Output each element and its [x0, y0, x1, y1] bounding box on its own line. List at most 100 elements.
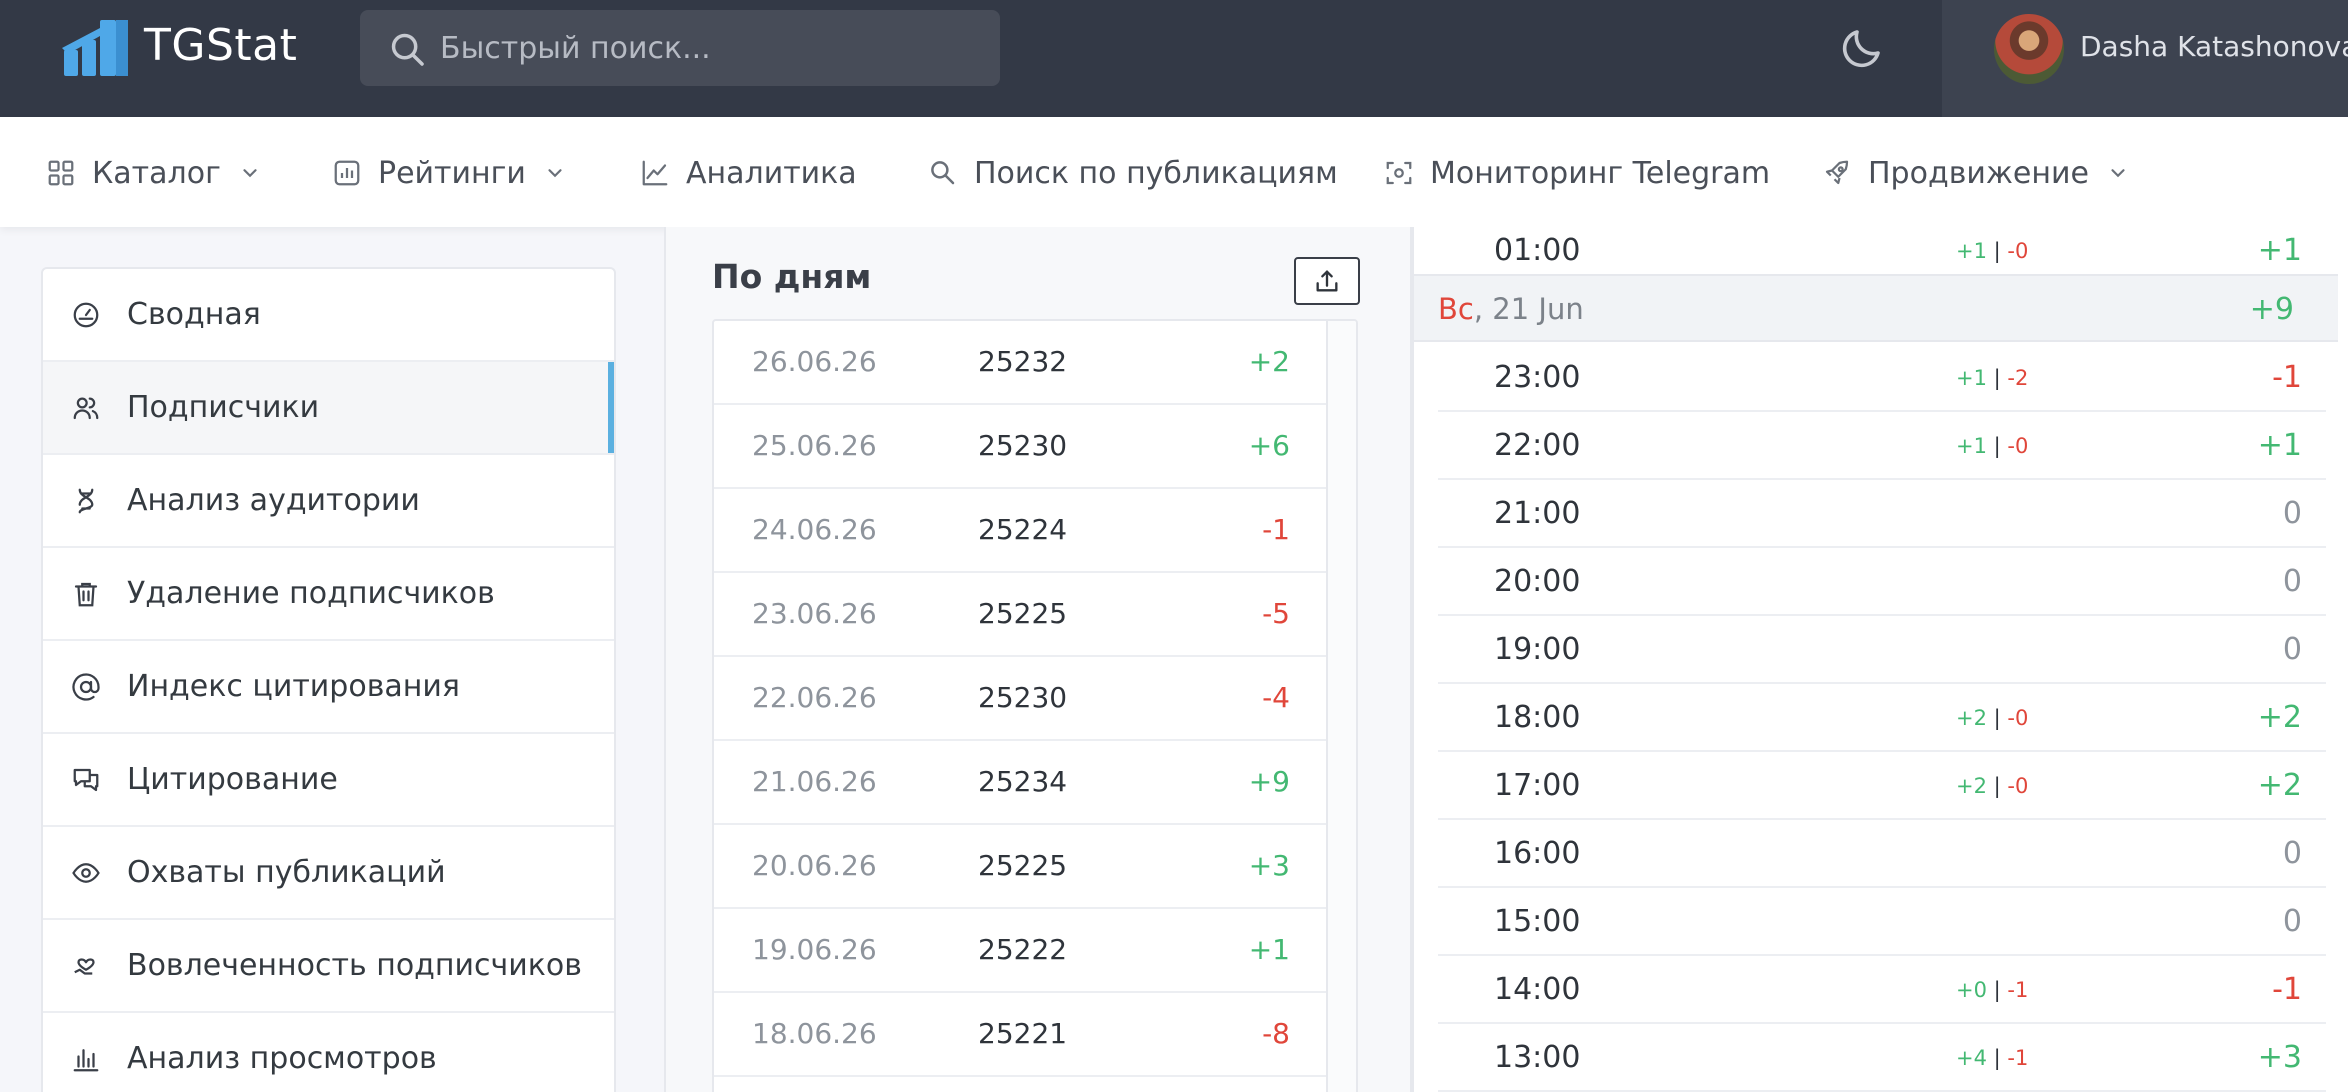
row-subscribers: 25230: [978, 429, 1068, 462]
row-delta: -5: [1262, 597, 1290, 630]
sidebar-item-engagement[interactable]: Вовлеченность подписчиков: [43, 920, 614, 1013]
chevron-down-icon: [243, 169, 257, 178]
user-menu[interactable]: Dasha Katashonova: [1942, 0, 2348, 117]
hour-delta: +1: [2257, 233, 2302, 268]
hour-joins: +2: [1956, 774, 1987, 798]
hour-joins: +1: [1956, 434, 1987, 458]
hour-joins: +1: [1956, 366, 1987, 390]
row-delta: +3: [1248, 849, 1290, 882]
channel-sidebar: Сводная Подписчики Анализ аудитории Удал…: [41, 267, 616, 1092]
row-subscribers: 25225: [978, 597, 1068, 630]
nav-analytics[interactable]: Аналитика: [640, 153, 857, 193]
sidebar-item-views-analysis[interactable]: Анализ просмотров: [43, 1013, 614, 1092]
table-row: 19.06.26 25222 +1: [714, 909, 1328, 993]
sidebar-item-reach[interactable]: Охваты публикаций: [43, 827, 614, 920]
sidebar-item-subscribers[interactable]: Подписчики: [43, 362, 614, 455]
hour-row: 15:00 0: [1438, 888, 2326, 956]
nav-ratings[interactable]: Рейтинги: [332, 153, 566, 193]
table-row: 22.06.26 25230 -4: [714, 657, 1328, 741]
sidebar-item-citations[interactable]: Цитирование: [43, 734, 614, 827]
hour-leaves: -1: [2007, 978, 2029, 1002]
at-icon: [72, 672, 100, 701]
nav-analytics-label: Аналитика: [686, 155, 857, 191]
tgstat-logo-icon[interactable]: [60, 14, 132, 78]
nav-catalog[interactable]: Каталог: [46, 153, 261, 193]
rocket-icon: [1825, 160, 1849, 185]
row-delta: +6: [1248, 429, 1290, 462]
hour-delta: +2: [2257, 700, 2302, 735]
grid-icon: [48, 160, 74, 186]
sidebar-item-citation-index[interactable]: Индекс цитирования: [43, 641, 614, 734]
day-group-label: Вс, 21 Jun: [1438, 292, 1584, 326]
trash-icon: [74, 582, 98, 606]
hour-delta: 0: [2282, 836, 2302, 871]
search-input[interactable]: [440, 10, 980, 86]
by-hours-panel: 01:00 +1 | -0 +1 Вс, 21 Jun +9 23:00 +1 …: [1412, 227, 2348, 1092]
hour-time: 19:00: [1494, 632, 1581, 667]
scan-icon: [1386, 161, 1412, 185]
hour-delta: +1: [2257, 428, 2302, 463]
row-date: 19.06.26: [752, 933, 877, 966]
eye-icon: [72, 862, 100, 883]
hour-leaves: -2: [2007, 366, 2029, 390]
moon-icon[interactable]: [1838, 24, 1886, 72]
row-date: 18.06.26: [752, 1017, 877, 1050]
hour-delta: -1: [2272, 972, 2302, 1007]
nav-ratings-label: Рейтинги: [378, 155, 526, 191]
sidebar-item-label: Анализ просмотров: [127, 1041, 437, 1076]
hour-joins: +4: [1956, 1046, 1987, 1070]
export-button[interactable]: [1294, 257, 1360, 305]
hour-time: 15:00: [1494, 904, 1581, 939]
brand-name[interactable]: TGStat: [144, 20, 297, 72]
sidebar-item-summary[interactable]: Сводная: [43, 269, 614, 362]
hour-delta: 0: [2282, 632, 2302, 667]
table-row: 20.06.26 25225 +3: [714, 825, 1328, 909]
sidebar-item-audience[interactable]: Анализ аудитории: [43, 455, 614, 548]
main-nav: Каталог Рейтинги Аналитика Поиск по публ…: [0, 117, 2348, 227]
avatar[interactable]: [1994, 14, 2064, 84]
day-group-header[interactable]: Вс, 21 Jun +9: [1414, 274, 2338, 342]
hour-row: 21:00 0: [1438, 480, 2326, 548]
hour-time: 20:00: [1494, 564, 1581, 599]
hour-joins-leaves: +1 | -2: [1956, 366, 2029, 390]
sidebar-item-label: Подписчики: [127, 390, 320, 425]
chevron-down-icon: [2111, 169, 2125, 178]
search-icon: [391, 33, 424, 66]
hour-row: 22:00 +1 | -0 +1: [1438, 412, 2326, 480]
table-row: 23.06.26 25225 -5: [714, 573, 1328, 657]
nav-publication-search[interactable]: Поиск по публикациям: [928, 153, 1338, 193]
quick-search[interactable]: [360, 10, 1000, 86]
nav-promotion[interactable]: Продвижение: [1822, 153, 2129, 193]
views-chart-icon: [73, 1048, 99, 1071]
hour-time: 13:00: [1494, 1040, 1581, 1075]
dna-icon: [78, 488, 94, 513]
hour-joins: +1: [1956, 239, 1987, 263]
table-scrollbar[interactable]: [1326, 321, 1356, 1092]
hour-time: 22:00: [1494, 428, 1581, 463]
hour-leaves: -0: [2007, 706, 2029, 730]
hour-row: 19:00 0: [1438, 616, 2326, 684]
hour-joins-leaves: +2 | -0: [1956, 706, 2029, 730]
hour-row: 18:00 +2 | -0 +2: [1438, 684, 2326, 752]
hour-delta: +3: [2257, 1040, 2302, 1075]
user-name[interactable]: Dasha Katashonova: [2080, 30, 2348, 63]
top-bar: TGStat Dasha Katashonova: [0, 0, 2348, 117]
row-date: 23.06.26: [752, 597, 877, 630]
heart-hand-icon: [74, 957, 95, 975]
row-subscribers: 25221: [978, 1017, 1068, 1050]
nav-catalog-label: Каталог: [92, 155, 221, 191]
sidebar-item-label: Анализ аудитории: [127, 483, 420, 518]
hour-delta: +2: [2257, 768, 2302, 803]
chevron-down-icon: [548, 169, 562, 178]
row-delta: -8: [1262, 1017, 1290, 1050]
upload-icon: [1316, 270, 1338, 292]
search-icon: [931, 161, 955, 185]
by-days-table: 26.06.26 25232 +2 25.06.26 25230 +6 24.0…: [712, 319, 1358, 1092]
day-group-delta: +9: [2249, 292, 2294, 327]
sidebar-item-unsubscribes[interactable]: Удаление подписчиков: [43, 548, 614, 641]
row-date: 26.06.26: [752, 345, 877, 378]
day-group-date: , 21 Jun: [1473, 292, 1584, 326]
nav-telegram-monitoring[interactable]: Мониторинг Telegram: [1384, 153, 1770, 193]
hour-row: 20:00 0: [1438, 548, 2326, 616]
row-subscribers: 25222: [978, 933, 1068, 966]
